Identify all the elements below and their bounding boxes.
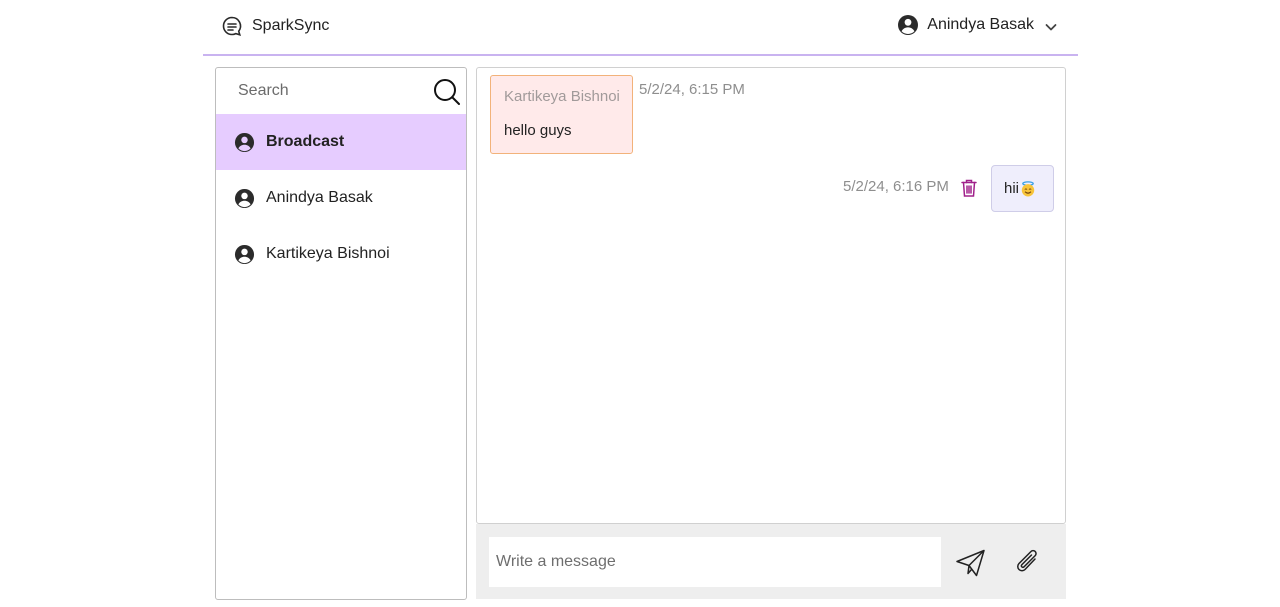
contact-name: Anindya Basak [266, 189, 373, 206]
search-input[interactable] [216, 68, 431, 114]
account-circle-icon [234, 132, 255, 153]
contact-name: Broadcast [266, 133, 345, 150]
message-timestamp: 5/2/24, 6:15 PM [639, 81, 745, 98]
message-panel: Kartikeya Bishnoi hello guys 5/2/24, 6:1… [476, 67, 1066, 524]
chevron-down-icon [1044, 20, 1058, 34]
user-name: Anindya Basak [927, 16, 1034, 33]
send-icon[interactable] [955, 548, 986, 578]
outgoing-message: hii [991, 165, 1054, 212]
account-circle-icon [234, 188, 255, 209]
smiling-face-with-halo-icon [1020, 180, 1036, 197]
account-circle-icon [897, 14, 919, 36]
contacts-sidebar: Broadcast Anindya Basak Kartikeya Bi [215, 67, 467, 600]
contact-item-broadcast[interactable]: Broadcast [216, 114, 466, 170]
chat-bubble-icon [221, 15, 243, 37]
contact-item-anindya-basak[interactable]: Anindya Basak [216, 170, 466, 226]
top-bar: SparkSync Anindya Basak [203, 0, 1078, 56]
incoming-message: Kartikeya Bishnoi hello guys [490, 75, 633, 154]
search-bar [216, 68, 466, 114]
app-root: SparkSync Anindya Basak Search Broadcast… [0, 0, 1280, 607]
user-menu[interactable]: Anindya Basak [897, 14, 1058, 36]
message-text: hii [1004, 180, 1020, 197]
paperclip-icon[interactable] [1013, 546, 1043, 578]
message-text: hello guys [504, 122, 572, 139]
contact-item-kartikeya-bishnoi[interactable]: Kartikeya Bishnoi [216, 226, 466, 282]
search-icon[interactable] [432, 77, 462, 107]
account-circle-icon [234, 244, 255, 265]
contact-name: Kartikeya Bishnoi [266, 245, 390, 262]
message-composer [476, 524, 1066, 599]
trash-icon[interactable] [960, 178, 978, 198]
brand[interactable]: SparkSync [221, 15, 329, 37]
brand-name: SparkSync [252, 17, 330, 34]
message-timestamp: 5/2/24, 6:16 PM [843, 178, 949, 195]
message-sender: Kartikeya Bishnoi [504, 88, 620, 105]
message-input[interactable] [489, 537, 941, 587]
